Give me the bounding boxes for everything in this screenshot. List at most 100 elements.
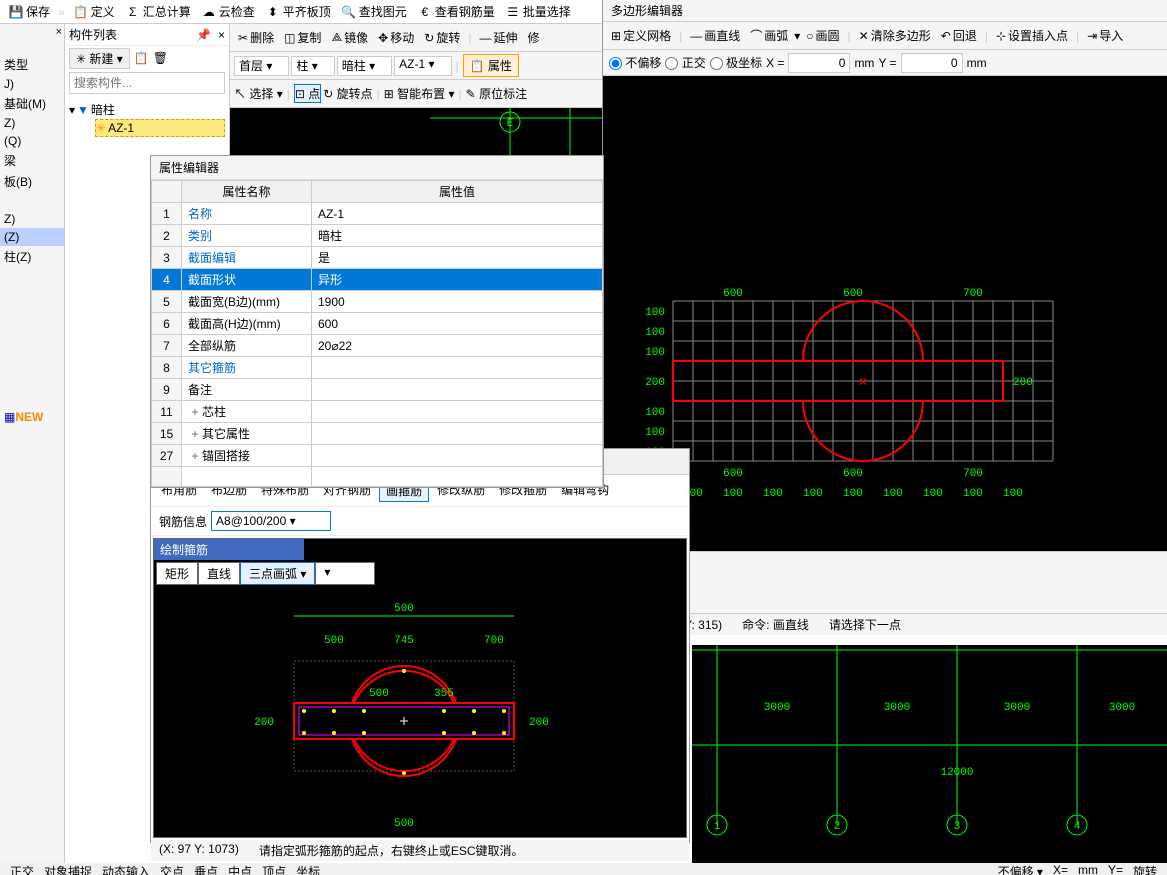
svg-text:600: 600 xyxy=(843,468,863,480)
select-button[interactable]: ↖ 选择 ▾ xyxy=(234,85,283,102)
svg-text:✕: ✕ xyxy=(858,375,868,389)
type-item-selected[interactable]: (Z) xyxy=(0,228,64,246)
perp-toggle[interactable]: 垂点 xyxy=(194,863,218,875)
pin-icon[interactable]: 📌 xyxy=(196,28,211,42)
move-button[interactable]: ✥ 移动 xyxy=(374,26,418,50)
draw-arc-button[interactable]: ⌒ 画弧 xyxy=(746,27,792,44)
type-item[interactable]: J) xyxy=(0,75,64,93)
plan-view-canvas[interactable]: 3000 3000 3000 3000 12000 1 2 3 4 xyxy=(692,645,1167,863)
cloud-icon: ☁ xyxy=(201,4,217,20)
draw-line-button[interactable]: — 画直线 xyxy=(686,27,744,44)
close-icon[interactable]: × xyxy=(56,26,62,38)
offset-combo[interactable]: 不偏移 ▾ xyxy=(998,863,1043,875)
table-row[interactable]: 3截面编辑是 xyxy=(152,247,603,269)
table-row[interactable]: 2类别暗柱 xyxy=(152,225,603,247)
view-rebar-button[interactable]: €查看钢筋量 xyxy=(413,1,499,23)
batch-select-button[interactable]: ☰批量选择 xyxy=(501,1,575,23)
property-button[interactable]: 📋 属性 xyxy=(463,54,519,77)
search-input[interactable] xyxy=(69,72,225,94)
undo-button[interactable]: ↶ 回退 xyxy=(937,27,981,44)
find-elem-button[interactable]: 🔍查找图元 xyxy=(337,1,411,23)
dyn-toggle[interactable]: 动态输入 xyxy=(102,863,150,875)
type-item[interactable]: 梁 xyxy=(0,150,64,171)
x-input[interactable] xyxy=(788,53,850,73)
fix-button[interactable]: 修 xyxy=(523,26,543,50)
snap-toggle[interactable]: 对象捕捉 xyxy=(44,863,92,875)
rot-point-button[interactable]: ↻ 旋转点 xyxy=(323,85,372,102)
orig-mark-button[interactable]: ✎ 原位标注 xyxy=(466,85,527,102)
table-row[interactable]: 7全部纵筋20⌀22 xyxy=(152,335,603,357)
type-item[interactable] xyxy=(0,192,64,210)
mid-toggle[interactable]: 中点 xyxy=(228,863,252,875)
table-row-selected[interactable]: 4截面形状异形 xyxy=(152,269,603,291)
align-top-button[interactable]: ⬍平齐板顶 xyxy=(261,1,335,23)
rebar-info-combo[interactable]: A8@100/200 ▾ xyxy=(211,511,331,531)
sum-calc-button[interactable]: Σ汇总计算 xyxy=(121,1,195,23)
draw-circle-button[interactable]: ○ 画圆 xyxy=(802,27,843,44)
copy-icon[interactable]: 📋 xyxy=(134,51,149,65)
svg-text:500: 500 xyxy=(369,688,389,700)
clear-button[interactable]: ✕ 清除多边形 xyxy=(855,27,935,44)
table-row[interactable] xyxy=(152,467,603,487)
define-button[interactable]: 📋定义 xyxy=(69,1,119,23)
prop-editor-title[interactable]: 属性编辑器 xyxy=(151,156,603,180)
save-button[interactable]: 💾保存 xyxy=(4,1,54,23)
type-item[interactable]: (Q) xyxy=(0,132,64,150)
delete-button[interactable]: ✂ 删除 xyxy=(234,26,278,50)
hint-readout: 请选择下一点 xyxy=(829,616,901,633)
smart-layout-button[interactable]: ⊞ 智能布置 ▾ xyxy=(384,85,455,102)
table-row[interactable]: 8其它箍筋 xyxy=(152,357,603,379)
table-row[interactable]: 11+芯柱 xyxy=(152,401,603,423)
svg-text:500: 500 xyxy=(394,603,414,615)
rebar-draw-canvas[interactable]: 绘制箍筋 矩形 直线 三点画弧 ▾ ▾ 500 500 200 200 xyxy=(153,538,687,838)
axis-toggle[interactable]: 坐标 xyxy=(296,863,320,875)
name-combo[interactable]: AZ-1 ▾ xyxy=(394,56,451,76)
table-row[interactable]: 27+锚固搭接 xyxy=(152,445,603,467)
table-row[interactable]: 1名称AZ-1 xyxy=(152,203,603,225)
apex-toggle[interactable]: 顶点 xyxy=(262,863,286,875)
ortho-toggle[interactable]: 正交 xyxy=(10,863,34,875)
tree-leaf-selected[interactable]: ✳ AZ-1 xyxy=(95,119,225,137)
svg-text:2: 2 xyxy=(834,821,841,833)
type-item[interactable]: 柱(Z) xyxy=(0,246,64,267)
copy-button[interactable]: ◫ 复制 xyxy=(280,26,325,50)
def-grid-button[interactable]: ⊞ 定义网格 xyxy=(607,27,675,44)
expand-icon[interactable]: + xyxy=(188,427,202,441)
svg-text:E: E xyxy=(507,118,514,130)
opt-polar[interactable]: 极坐标 xyxy=(710,54,762,71)
opt-ortho[interactable]: 正交 xyxy=(665,54,705,71)
table-row[interactable]: 5截面宽(B边)(mm)1900 xyxy=(152,291,603,313)
table-row[interactable]: 9备注 xyxy=(152,379,603,401)
type-item[interactable]: 基础(M) xyxy=(0,93,64,114)
delete-icon[interactable]: 🗑 xyxy=(153,51,168,65)
tree-root[interactable]: ▾ ▼ 暗柱 xyxy=(69,100,225,119)
sub-combo[interactable]: 暗柱 ▾ xyxy=(337,56,392,76)
cross-toggle[interactable]: 交点 xyxy=(160,863,184,875)
opt-no-offset[interactable]: 不偏移 xyxy=(609,54,661,71)
expand-icon[interactable]: + xyxy=(188,449,202,463)
type-combo[interactable]: 柱 ▾ xyxy=(291,56,334,76)
floor-combo[interactable]: 首层 ▾ xyxy=(234,56,289,76)
cloud-check-button[interactable]: ☁云检查 xyxy=(197,1,259,23)
table-row[interactable]: 6截面高(H边)(mm)600 xyxy=(152,313,603,335)
table-row[interactable]: 15+其它属性 xyxy=(152,423,603,445)
expand-icon[interactable]: + xyxy=(188,405,202,419)
extend-button[interactable]: — 延伸 xyxy=(475,26,521,50)
component-tree: ▾ ▼ 暗柱 ✳ AZ-1 xyxy=(65,96,229,141)
y-input[interactable] xyxy=(901,53,963,73)
svg-text:1: 1 xyxy=(714,821,721,833)
rotate-button[interactable]: ↻ 旋转 xyxy=(420,26,464,50)
type-item[interactable]: 板(B) xyxy=(0,171,64,192)
point-button[interactable]: ⊡ 点 xyxy=(294,84,321,103)
set-insert-button[interactable]: ⊹ 设置插入点 xyxy=(992,27,1072,44)
close-icon[interactable]: × xyxy=(218,28,225,42)
mirror-button[interactable]: ⟁ 镜像 xyxy=(327,26,372,50)
new-button[interactable]: ✳ 新建 ▾ xyxy=(69,48,130,69)
type-item[interactable]: Z) xyxy=(0,114,64,132)
main-canvas[interactable]: E xyxy=(230,108,602,158)
type-item[interactable]: 类型 xyxy=(0,54,64,75)
import-button[interactable]: ⇥ 导入 xyxy=(1083,27,1127,44)
svg-text:100: 100 xyxy=(923,488,943,500)
info-label: 钢筋信息 xyxy=(159,513,207,530)
type-item[interactable]: Z) xyxy=(0,210,64,228)
